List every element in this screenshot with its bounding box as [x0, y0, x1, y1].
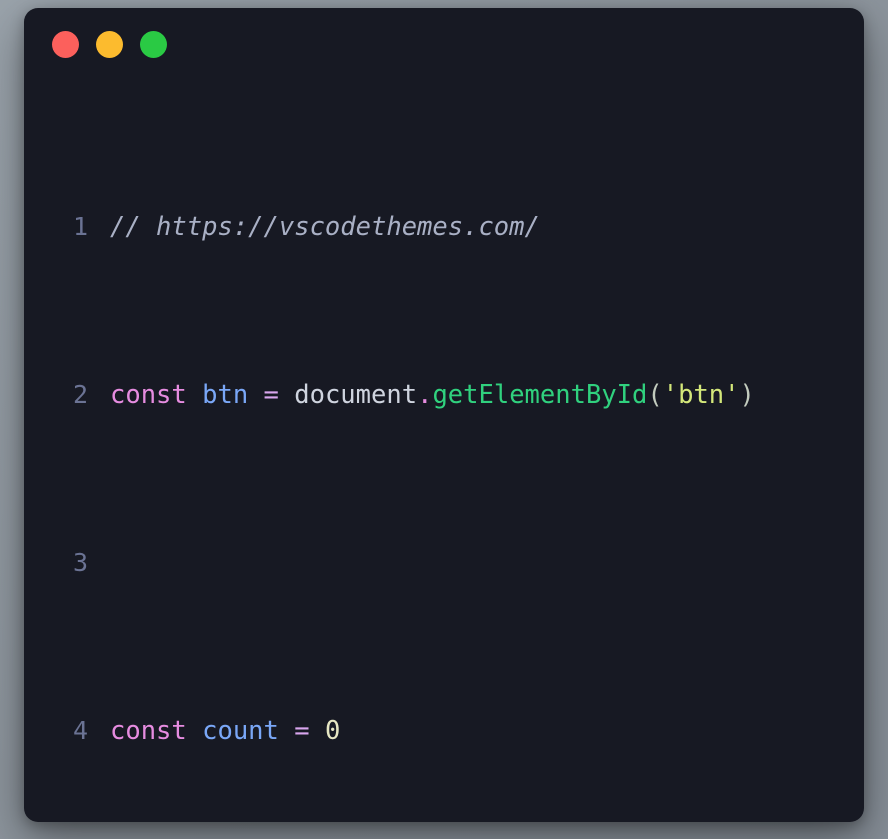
line-content[interactable]: const count = 0: [110, 710, 864, 752]
token-paren-close: ): [739, 380, 755, 410]
code-line: 3: [24, 542, 864, 584]
screenshot-stage: 1 // https://vscodethemes.com/ 2 const b…: [0, 0, 888, 839]
close-button[interactable]: [52, 30, 79, 58]
token-comment: // https://vscodethemes.com/: [110, 212, 540, 242]
token-paren-open: (: [647, 380, 663, 410]
token-keyword-const: const: [110, 380, 187, 410]
token-variable-btn: btn: [186, 380, 249, 410]
line-content[interactable]: // https://vscodethemes.com/: [110, 206, 864, 248]
window-titlebar: [24, 8, 864, 80]
code-line: 1 // https://vscodethemes.com/: [24, 206, 864, 248]
minimize-button[interactable]: [96, 30, 123, 58]
token-method-getelementbyid: getElementById: [432, 380, 648, 410]
token-operator-assign: =: [278, 716, 325, 746]
code-editor[interactable]: 1 // https://vscodethemes.com/ 2 const b…: [24, 80, 864, 822]
code-line: 2 const btn = document.getElementById('b…: [24, 374, 864, 416]
token-member-dot: .: [417, 380, 433, 410]
maximize-button[interactable]: [140, 30, 167, 58]
token-string-btn: 'btn': [662, 380, 740, 410]
line-number: 4: [72, 716, 88, 745]
token-variable-count: count: [186, 716, 279, 746]
line-number: 2: [72, 380, 88, 409]
token-object-document: document: [294, 380, 418, 410]
line-number: 3: [72, 548, 88, 577]
token-operator-assign: =: [248, 380, 295, 410]
line-content[interactable]: const btn = document.getElementById('btn…: [110, 374, 864, 416]
code-window: 1 // https://vscodethemes.com/ 2 const b…: [24, 8, 864, 822]
token-number-zero: 0: [324, 716, 341, 746]
code-line: 4 const count = 0: [24, 710, 864, 752]
line-number: 1: [72, 212, 88, 241]
token-keyword-const: const: [110, 716, 187, 746]
